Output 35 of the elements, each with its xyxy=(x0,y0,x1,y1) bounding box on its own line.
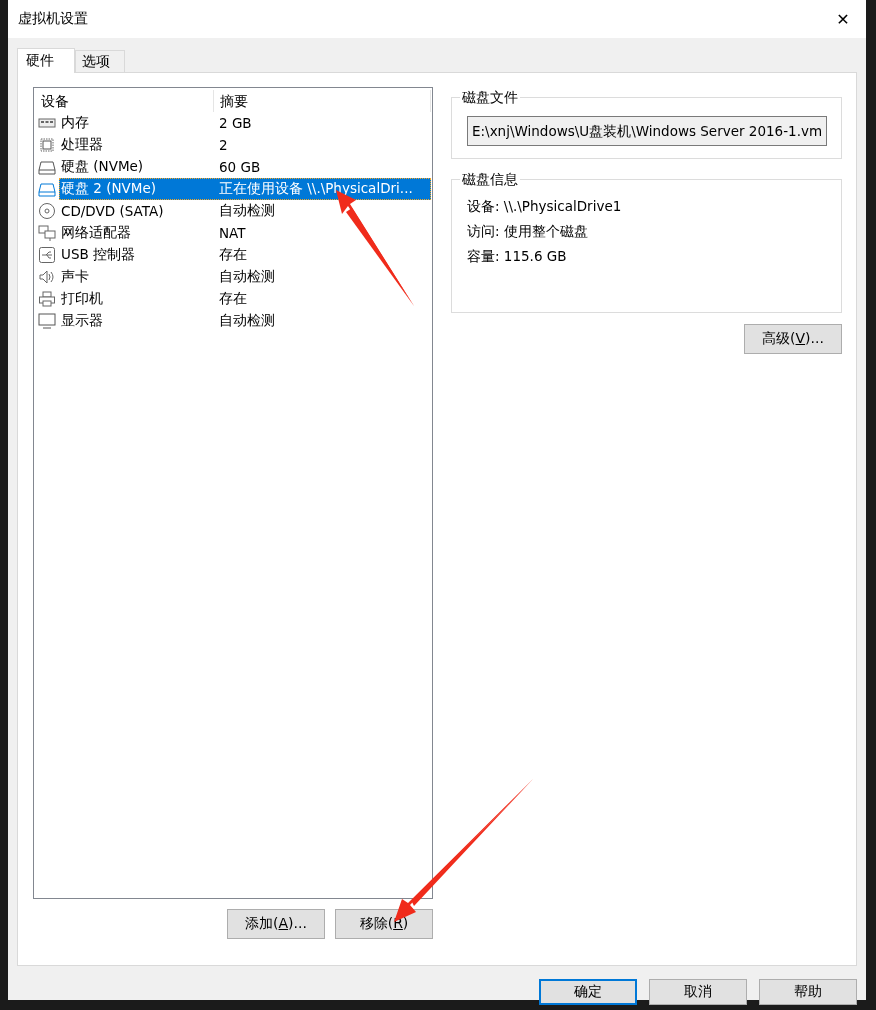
drive-icon xyxy=(37,180,57,198)
monitor-icon xyxy=(37,312,57,330)
device-row[interactable]: 处理器 2 xyxy=(59,134,431,156)
usb-icon xyxy=(37,246,57,264)
device-row[interactable]: 显示器 自动检测 xyxy=(59,310,431,332)
group-title: 磁盘文件 xyxy=(460,89,520,107)
list-button[interactable]: 添加(A)... xyxy=(227,909,325,939)
device-row[interactable]: 打印机 存在 xyxy=(59,288,431,310)
info-text: 访问: 使用整个磁盘 xyxy=(467,223,589,241)
info-text: 容量: 115.6 GB xyxy=(467,248,568,266)
tab[interactable]: 硬件 xyxy=(17,48,75,73)
device-row[interactable]: 硬盘 2 (NVMe) 正在使用设备 \\.\PhysicalDri... xyxy=(59,178,431,200)
device-row[interactable]: 内存 2 GB xyxy=(59,112,431,134)
dialog-button[interactable]: 取消 xyxy=(649,979,747,1005)
info-text: 设备: \\.\PhysicalDrive1 xyxy=(467,198,623,216)
drive-icon xyxy=(37,158,57,176)
group-title: 磁盘信息 xyxy=(460,171,520,189)
network-icon xyxy=(37,224,57,242)
device-row[interactable]: CD/DVD (SATA) 自动检测 xyxy=(59,200,431,222)
device-row[interactable]: 硬盘 (NVMe) 60 GB xyxy=(59,156,431,178)
speaker-icon xyxy=(37,268,57,286)
window-title: 虚拟机设置 xyxy=(18,10,88,28)
device-row[interactable]: USB 控制器 存在 xyxy=(59,244,431,266)
dialog-button[interactable]: 帮助 xyxy=(759,979,857,1005)
column-header[interactable]: 摘要 xyxy=(214,90,431,112)
tab[interactable]: 选项 xyxy=(75,50,125,72)
column-header[interactable]: 设备 xyxy=(37,90,214,112)
disc-icon xyxy=(37,202,57,220)
printer-icon xyxy=(37,290,57,308)
device-row[interactable]: 网络适配器 NAT xyxy=(59,222,431,244)
advanced-button[interactable]: 高级(V)... xyxy=(744,324,842,354)
file-path-field[interactable]: E:\xnj\Windows\U盘装机\Windows Server 2016-1.vm xyxy=(467,116,827,146)
chip-icon xyxy=(37,136,57,154)
device-row[interactable]: 声卡 自动检测 xyxy=(59,266,431,288)
dialog-button[interactable]: 确定 xyxy=(539,979,637,1005)
